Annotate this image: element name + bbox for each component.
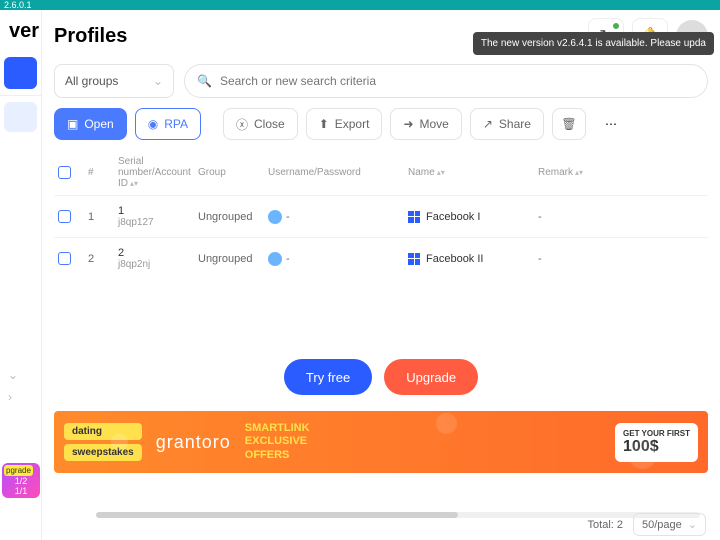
page-size-select[interactable]: 50/page⌄	[633, 513, 706, 536]
col-group: Group	[198, 167, 268, 178]
row-index: 2	[88, 253, 118, 265]
page-title: Profiles	[54, 25, 127, 48]
row-group: Ungrouped	[198, 253, 268, 265]
share-icon: ↗	[483, 117, 493, 131]
chevron-down-icon[interactable]: ⌄	[0, 364, 41, 386]
ad-bonus: GET YOUR FIRST 100$	[615, 423, 698, 462]
cta-row: Try free Upgrade	[54, 359, 708, 395]
try-free-button[interactable]: Try free	[284, 359, 372, 395]
password-dot-icon	[268, 210, 282, 224]
password-dot-icon	[268, 252, 282, 266]
chevron-right-icon[interactable]: ›	[0, 386, 41, 408]
col-remark[interactable]: Remark▴▾	[538, 167, 598, 178]
toolbar: ▣Open ◉RPA ⓧClose ⬆Export ➜Move ↗Share 🗑…	[54, 108, 708, 140]
app-logo: ver	[0, 10, 41, 53]
rpa-button[interactable]: ◉RPA	[135, 108, 201, 140]
move-button[interactable]: ➜Move	[390, 108, 461, 140]
rpa-icon: ◉	[148, 117, 158, 131]
sidebar-item-profiles[interactable]	[4, 102, 37, 132]
upgrade-badge[interactable]: pgrade 1/2 1/1	[2, 463, 40, 498]
ad-brand: grantoro	[156, 432, 231, 453]
ad-offer: SMARTLINKEXCLUSIVEOFFERS	[245, 422, 310, 462]
update-tooltip: The new version v2.6.4.1 is available. P…	[473, 32, 714, 55]
chevron-down-icon: ⌄	[153, 74, 163, 88]
upgrade-button[interactable]: Upgrade	[384, 359, 478, 395]
ad-tag-sweepstakes: sweepstakes	[64, 444, 142, 461]
close-icon: ⓧ	[236, 116, 248, 133]
trash-icon: 🗑	[561, 117, 576, 131]
sort-icon: ▴▾	[437, 168, 445, 177]
delete-button[interactable]: 🗑	[552, 108, 586, 140]
row-userpass: -	[268, 252, 408, 266]
open-icon: ▣	[67, 117, 78, 131]
row-serial: 1j8qp127	[118, 205, 198, 228]
windows-icon	[408, 211, 420, 223]
badge-count-2: 1/1	[4, 486, 38, 496]
update-dot-icon	[611, 21, 621, 31]
table-footer: Total: 2 50/page⌄	[588, 513, 706, 536]
share-button[interactable]: ↗Share	[470, 108, 544, 140]
export-icon: ⬆	[319, 117, 329, 131]
col-serial[interactable]: Serial number/Account ID▴▾	[118, 156, 198, 189]
row-checkbox[interactable]	[58, 210, 71, 223]
ad-banner[interactable]: dating sweepstakes grantoro SMARTLINKEXC…	[54, 411, 708, 473]
sort-icon: ▴▾	[130, 179, 138, 188]
row-remark: -	[538, 253, 598, 265]
col-index: #	[88, 167, 118, 178]
row-name: Facebook I	[408, 211, 538, 223]
row-serial: 2j8qp2nj	[118, 247, 198, 270]
chevron-down-icon: ⌄	[688, 518, 697, 531]
upgrade-label: pgrade	[4, 465, 33, 476]
table-row[interactable]: 1 1j8qp127 Ungrouped - Facebook I -	[54, 195, 708, 237]
export-button[interactable]: ⬆Export	[306, 108, 383, 140]
row-userpass: -	[268, 210, 408, 224]
search-icon: 🔍	[197, 74, 212, 88]
group-select[interactable]: All groups ⌄	[54, 64, 174, 98]
row-group: Ungrouped	[198, 211, 268, 223]
more-button[interactable]: ⋯	[594, 108, 628, 140]
move-icon: ➜	[403, 117, 413, 131]
sidebar-primary-button[interactable]	[4, 57, 37, 89]
close-button[interactable]: ⓧClose	[223, 108, 298, 140]
profiles-table: # Serial number/Account ID▴▾ Group Usern…	[54, 150, 708, 279]
total-label: Total: 2	[588, 519, 623, 531]
search-field[interactable]: 🔍	[184, 64, 708, 98]
main-content: Profiles ↻ 🔔 The new version v2.6.4.1 is…	[42, 10, 720, 540]
open-button[interactable]: ▣Open	[54, 108, 127, 140]
divider	[0, 95, 41, 96]
row-checkbox[interactable]	[58, 252, 71, 265]
table-header: # Serial number/Account ID▴▾ Group Usern…	[54, 150, 708, 195]
sort-icon: ▴▾	[575, 168, 583, 177]
row-remark: -	[538, 211, 598, 223]
col-name[interactable]: Name▴▾	[408, 167, 538, 178]
badge-count-1: 1/2	[4, 476, 38, 486]
select-all-checkbox[interactable]	[58, 166, 71, 179]
table-row[interactable]: 2 2j8qp2nj Ungrouped - Facebook II -	[54, 237, 708, 279]
search-input[interactable]	[220, 74, 695, 88]
ad-tag-dating: dating	[64, 423, 142, 440]
accent-bar	[300, 0, 440, 3]
col-userpass: Username/Password	[268, 167, 408, 178]
row-name: Facebook II	[408, 253, 538, 265]
sidebar: ver ⌄ › pgrade 1/2 1/1	[0, 10, 42, 540]
row-index: 1	[88, 211, 118, 223]
group-select-label: All groups	[65, 74, 118, 88]
more-icon: ⋯	[605, 117, 617, 131]
windows-icon	[408, 253, 420, 265]
